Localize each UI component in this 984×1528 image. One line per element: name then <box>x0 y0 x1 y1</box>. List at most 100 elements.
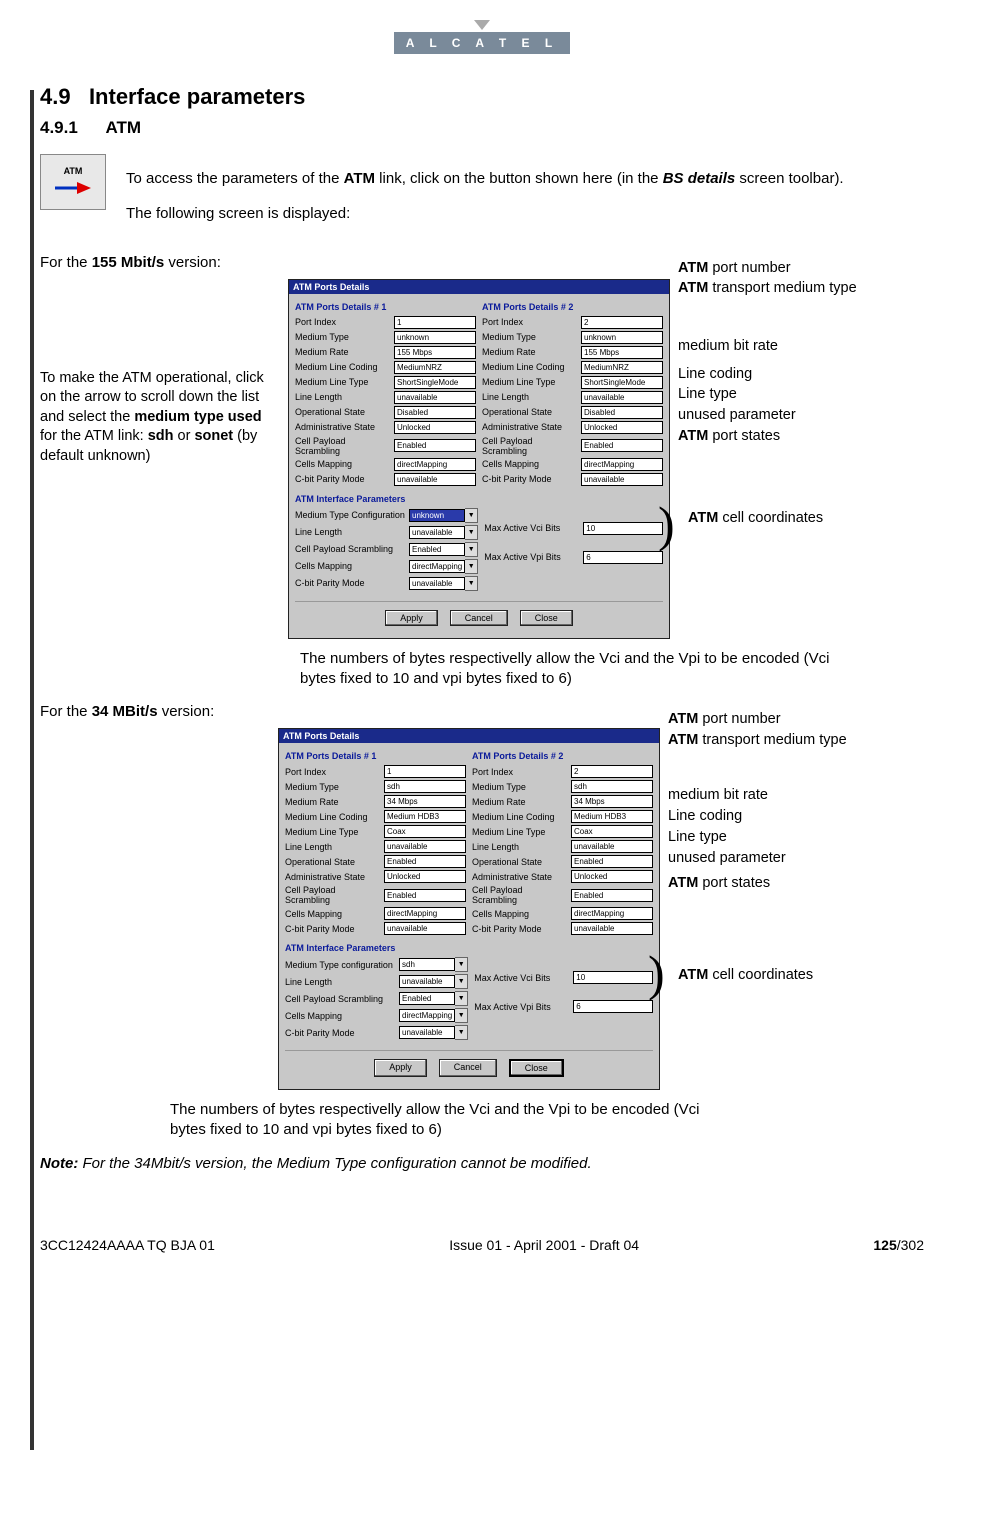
combo-scrambling[interactable]: Enabled <box>409 543 465 556</box>
label: Medium Rate <box>472 797 567 807</box>
label: Port Index <box>472 767 567 777</box>
label: Operational State <box>482 407 577 417</box>
ann-port-number: ATM port number <box>678 259 857 278</box>
chevron-down-icon[interactable]: ▼ <box>465 559 478 574</box>
text: port number <box>708 260 790 276</box>
label: Medium Line Type <box>472 827 567 837</box>
label: C-bit Parity Mode <box>295 578 405 588</box>
label: Cell Payload Scrambling <box>285 994 395 1004</box>
cancel-button[interactable]: Cancel <box>450 610 508 626</box>
label: Line Length <box>285 842 380 852</box>
label: Administrative State <box>285 872 380 882</box>
label: Cells Mapping <box>285 1011 395 1021</box>
left-spacer-34 <box>40 728 270 818</box>
label: Operational State <box>472 857 567 867</box>
value-max-vpi: 6 <box>573 1000 653 1013</box>
combo-line-length[interactable]: unavailable <box>409 526 465 539</box>
label: Cells Mapping <box>472 909 567 919</box>
ann-states: ATM port states <box>678 427 780 446</box>
value: unavailable <box>384 840 466 853</box>
text: To access the parameters of the <box>126 170 344 187</box>
page-total: /302 <box>897 1237 924 1253</box>
intro-paragraph-2: The following screen is displayed: <box>126 204 844 224</box>
value: unavailable <box>571 840 653 853</box>
chevron-down-icon[interactable]: ▼ <box>455 974 468 989</box>
combo-medium-type-cfg[interactable]: sdh <box>399 958 455 971</box>
label: Medium Rate <box>482 347 577 357</box>
footer-center: Issue 01 - April 2001 - Draft 04 <box>449 1237 639 1253</box>
subsection-title: ATM <box>106 118 142 137</box>
label: C-bit Parity Mode <box>295 474 390 484</box>
chevron-down-icon[interactable]: ▼ <box>465 508 478 523</box>
chevron-down-icon[interactable]: ▼ <box>465 542 478 557</box>
label: Medium Line Type <box>295 377 390 387</box>
label: Cells Mapping <box>295 459 390 469</box>
label: Cell Payload Scrambling <box>472 885 567 905</box>
annotations-34: ATM port number ATM transport medium typ… <box>668 728 888 1048</box>
text: for the ATM link: <box>40 428 148 444</box>
label: Max Active Vpi Bits <box>484 552 579 562</box>
ifparams-title: ATM Interface Parameters <box>295 494 663 504</box>
text: transport medium type <box>698 732 846 748</box>
combo-scrambling[interactable]: Enabled <box>399 992 455 1005</box>
caption-34: The numbers of bytes respectivelly allow… <box>170 1100 730 1141</box>
combo-medium-type-cfg[interactable]: unknown <box>409 509 465 522</box>
port-column-2: ATM Ports Details # 2 Port Index 2 Medium… <box>472 749 653 937</box>
value-scrambling-2: Enabled <box>581 439 663 452</box>
chevron-down-icon[interactable]: ▼ <box>455 1008 468 1023</box>
cancel-button[interactable]: Cancel <box>439 1059 497 1077</box>
label: Cells Mapping <box>482 459 577 469</box>
apply-button[interactable]: Apply <box>374 1059 427 1077</box>
chevron-down-icon[interactable]: ▼ <box>465 525 478 540</box>
brand-text: A L C A T E L <box>394 32 570 54</box>
ann-transport: ATM transport medium type <box>678 279 857 298</box>
label: Administrative State <box>472 872 567 882</box>
chevron-down-icon[interactable]: ▼ <box>455 991 468 1006</box>
group-title-1: ATM Ports Details # 1 <box>285 751 466 761</box>
note: Note: For the 34Mbit/s version, the Medi… <box>40 1155 924 1172</box>
value-admin-state-2: Unlocked <box>581 421 663 434</box>
value-max-vci: 10 <box>583 522 663 535</box>
text-bold: ATM <box>688 510 718 526</box>
close-button[interactable]: Close <box>509 1059 564 1077</box>
text-bold: ATM <box>344 170 375 187</box>
chevron-down-icon[interactable]: ▼ <box>465 576 478 591</box>
value: directMapping <box>571 907 653 920</box>
atm-ports-dialog-155: ATM Ports Details ATM Ports Details # 1 … <box>288 279 670 639</box>
ann-port-number: ATM port number <box>668 710 847 729</box>
value-op-state-1: Disabled <box>394 406 476 419</box>
value: 2 <box>571 765 653 778</box>
combo-mapping[interactable]: directMapping <box>409 560 465 573</box>
text-bold: ATM <box>678 280 708 296</box>
chevron-down-icon[interactable]: ▼ <box>455 1025 468 1040</box>
combo-line-length[interactable]: unavailable <box>399 975 455 988</box>
label: Medium Line Coding <box>482 362 577 372</box>
label: Line Length <box>285 977 395 987</box>
value-mapping-2: directMapping <box>581 458 663 471</box>
apply-button[interactable]: Apply <box>385 610 438 626</box>
value-port-index-2: 2 <box>581 316 663 329</box>
label: Cell Payload Scrambling <box>482 436 577 456</box>
combo-parity[interactable]: unavailable <box>409 577 465 590</box>
text: link, click on the button shown here (in… <box>375 170 663 187</box>
value-line-type-1: ShortSingleMode <box>394 376 476 389</box>
label: Cells Mapping <box>295 561 405 571</box>
text-bold: 155 Mbit/s <box>92 254 165 271</box>
value-medium-type-2: unknown <box>581 331 663 344</box>
value: Coax <box>384 825 466 838</box>
combo-parity[interactable]: unavailable <box>399 1026 455 1039</box>
text-bold: 34 MBit/s <box>92 703 158 720</box>
label: Administrative State <box>295 422 390 432</box>
left-callout-155: To make the ATM operational, click on th… <box>40 279 280 467</box>
group-title-2: ATM Ports Details # 2 <box>472 751 653 761</box>
caption-155: The numbers of bytes respectivelly allow… <box>300 649 860 690</box>
value-parity-1: unavailable <box>394 473 476 486</box>
chevron-down-icon[interactable]: ▼ <box>455 957 468 972</box>
label: Operational State <box>285 857 380 867</box>
value: Enabled <box>384 889 466 902</box>
value-admin-state-1: Unlocked <box>394 421 476 434</box>
close-button[interactable]: Close <box>520 610 573 626</box>
combo-mapping[interactable]: directMapping <box>399 1009 455 1022</box>
ann-unused: unused parameter <box>678 406 796 425</box>
subsection-number: 4.9.1 <box>40 118 78 137</box>
